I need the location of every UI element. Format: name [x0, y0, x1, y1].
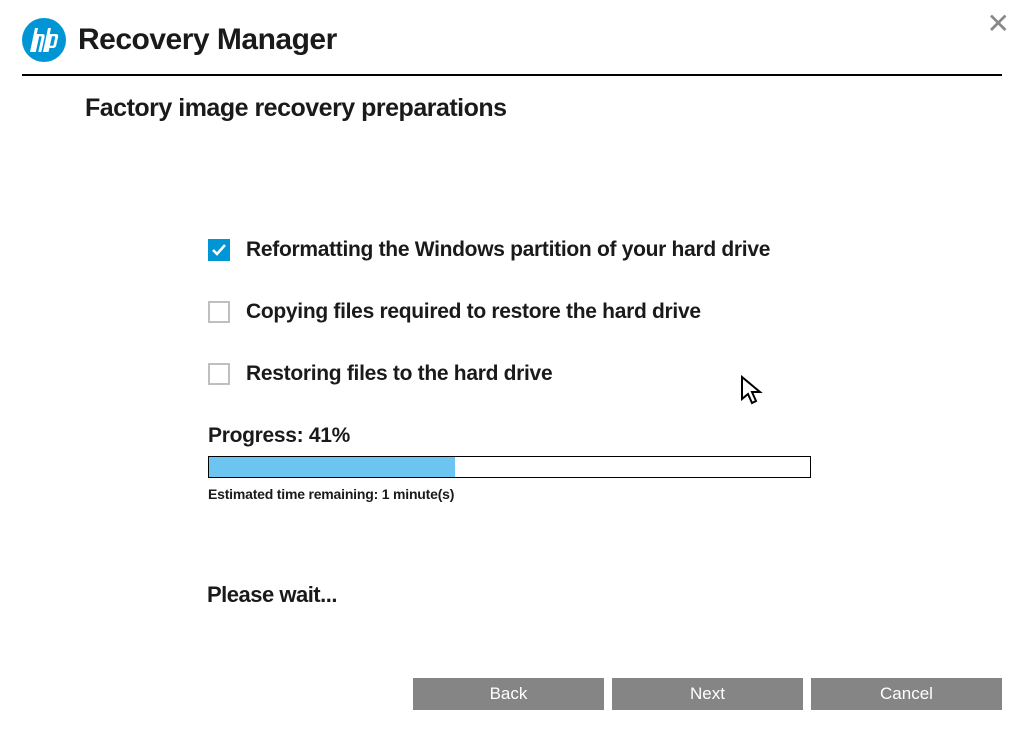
header-divider: [22, 74, 1002, 76]
step-label: Copying files required to restore the ha…: [246, 300, 701, 324]
checkbox-checked-icon: [208, 239, 230, 261]
checkbox-unchecked-icon: [208, 363, 230, 385]
header: Recovery Manager: [0, 0, 1024, 74]
step-label: Restoring files to the hard drive: [246, 362, 552, 386]
app-title: Recovery Manager: [78, 23, 337, 57]
progress-percent: 41%: [309, 424, 350, 447]
step-row-copy: Copying files required to restore the ha…: [208, 300, 1024, 324]
step-row-restore: Restoring files to the hard drive: [208, 362, 1024, 386]
status-please-wait: Please wait...: [207, 582, 337, 608]
hp-logo-icon: [22, 18, 66, 62]
cursor-icon: [740, 375, 766, 412]
next-button[interactable]: Next: [612, 678, 803, 710]
progress-bar-fill: [209, 457, 455, 477]
step-row-reformat: Reformatting the Windows partition of yo…: [208, 238, 1024, 262]
progress-bar: [208, 456, 811, 478]
progress-label-prefix: Progress:: [208, 424, 309, 447]
cancel-button[interactable]: Cancel: [811, 678, 1002, 710]
back-button[interactable]: Back: [413, 678, 604, 710]
time-remaining: Estimated time remaining: 1 minute(s): [208, 486, 1024, 502]
checkbox-unchecked-icon: [208, 301, 230, 323]
progress-section: Progress: 41% Estimated time remaining: …: [208, 424, 1024, 502]
progress-label: Progress: 41%: [208, 424, 1024, 448]
close-icon[interactable]: ✕: [987, 10, 1010, 38]
page-title: Factory image recovery preparations: [85, 94, 1024, 123]
button-row: Back Next Cancel: [413, 678, 1002, 710]
step-label: Reformatting the Windows partition of yo…: [246, 238, 770, 262]
content-area: Reformatting the Windows partition of yo…: [0, 123, 1024, 502]
